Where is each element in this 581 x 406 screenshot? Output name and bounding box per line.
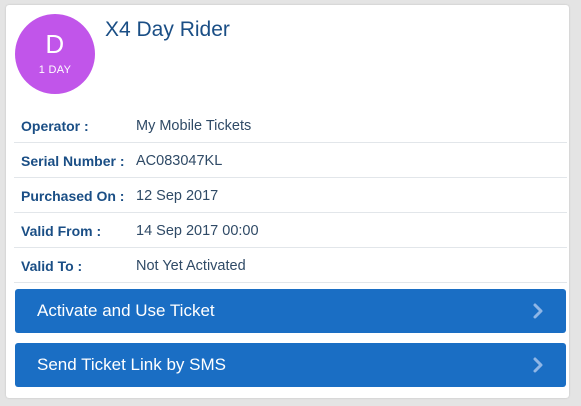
- badge-letter: D: [45, 29, 65, 59]
- detail-label: Operator :: [21, 118, 89, 134]
- chevron-right-icon: [533, 357, 543, 373]
- badge-duration: 1 DAY: [38, 64, 72, 76]
- send-sms-link-label: Send Ticket Link by SMS: [37, 355, 226, 374]
- detail-label: Purchased On :: [21, 188, 125, 204]
- detail-value: My Mobile Tickets: [136, 118, 252, 134]
- detail-value: Not Yet Activated: [136, 258, 246, 274]
- detail-label: Valid From :: [21, 223, 102, 239]
- detail-value: AC083047KL: [136, 153, 223, 169]
- chevron-right-icon: [533, 303, 543, 319]
- detail-row-serial-number: Serial Number : AC083047KL: [14, 143, 567, 178]
- detail-value: 14 Sep 2017 00:00: [136, 223, 259, 239]
- activate-ticket-button[interactable]: Activate and Use Ticket: [15, 289, 566, 333]
- detail-label: Valid To :: [21, 258, 83, 274]
- ticket-title: X4 Day Rider: [105, 18, 230, 41]
- detail-row-valid-from: Valid From : 14 Sep 2017 00:00: [14, 213, 567, 248]
- detail-label: Serial Number :: [21, 153, 125, 169]
- detail-value: 12 Sep 2017: [136, 188, 219, 204]
- activate-ticket-label: Activate and Use Ticket: [37, 301, 215, 320]
- ticket-card: D 1 DAY X4 Day Rider Operator : My Mobil…: [6, 5, 569, 398]
- detail-row-purchased-on: Purchased On : 12 Sep 2017: [14, 178, 567, 213]
- detail-row-operator: Operator : My Mobile Tickets: [14, 108, 567, 143]
- send-sms-link-button[interactable]: Send Ticket Link by SMS: [15, 343, 566, 387]
- detail-row-valid-to: Valid To : Not Yet Activated: [14, 248, 567, 283]
- ticket-details: Operator : My Mobile Tickets Serial Numb…: [14, 108, 567, 283]
- ticket-type-badge: D 1 DAY: [15, 14, 95, 94]
